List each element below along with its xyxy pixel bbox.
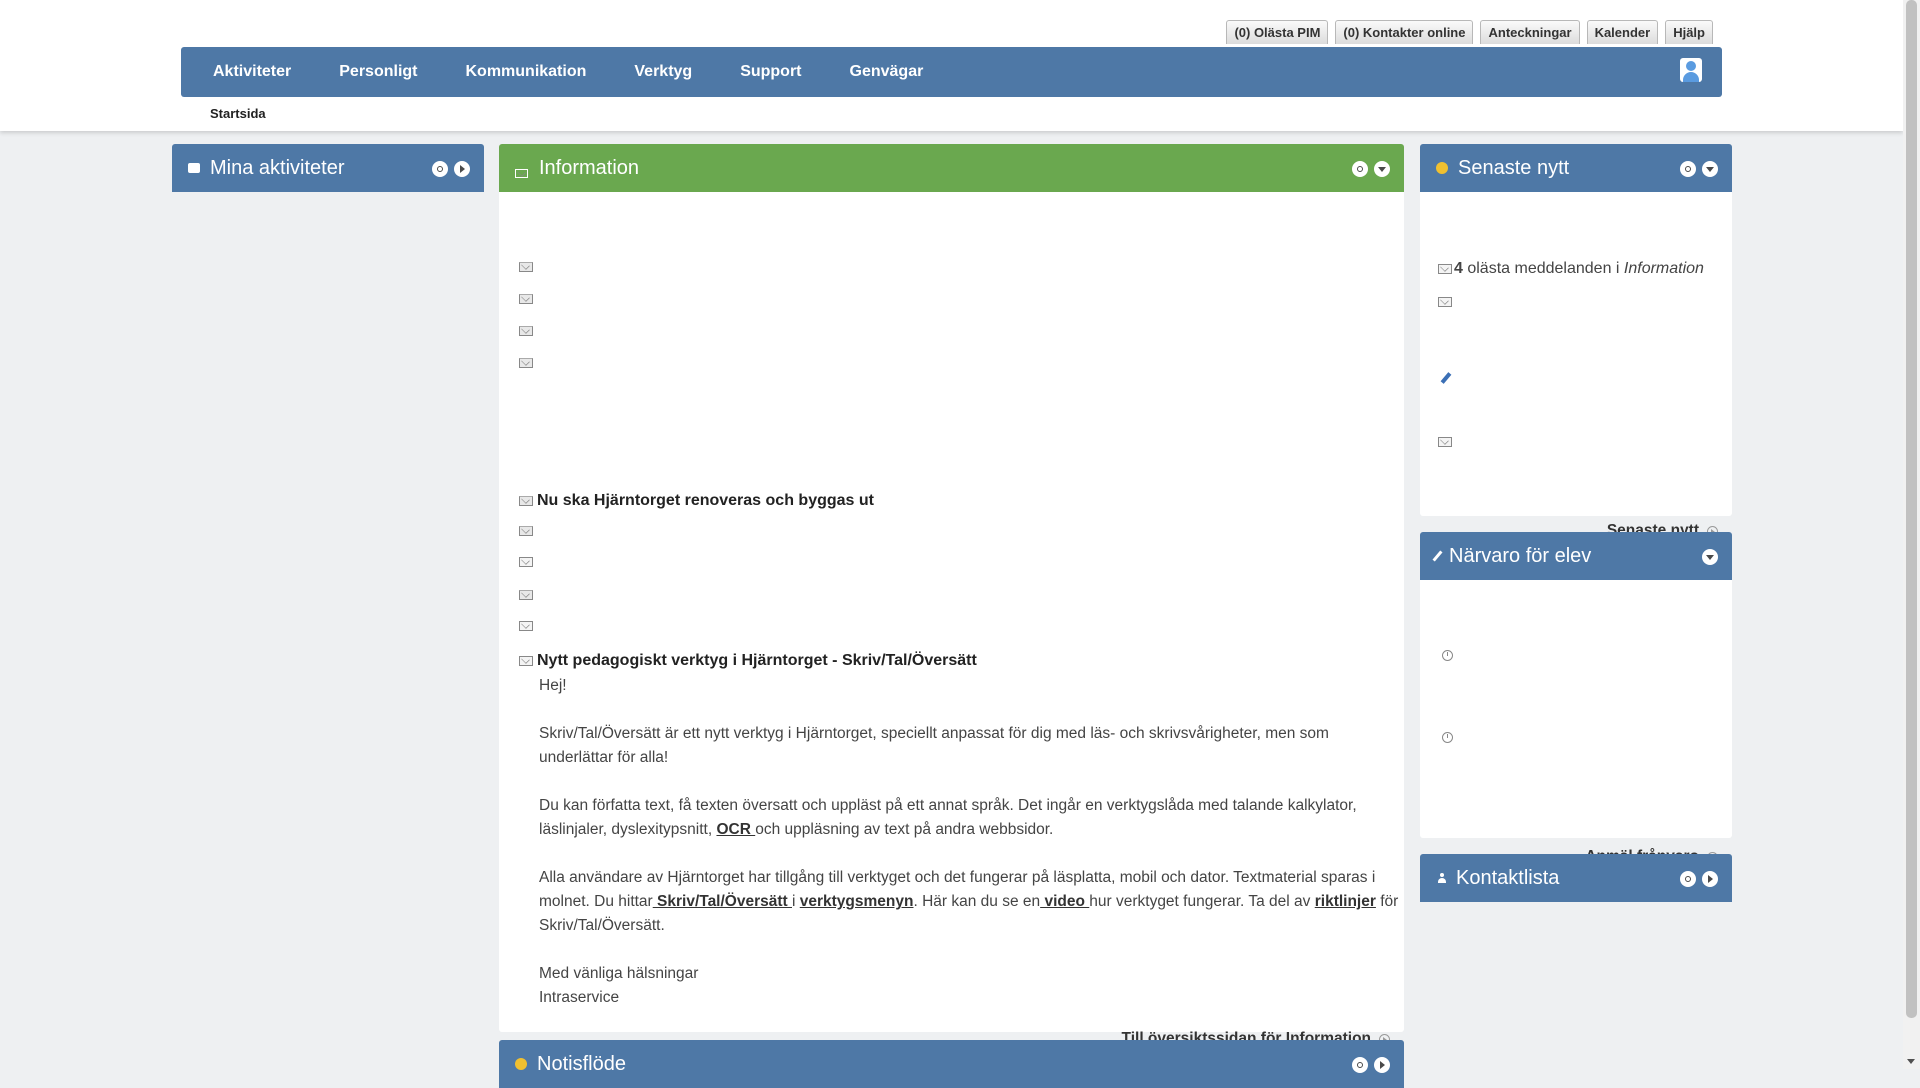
envelope-icon <box>515 161 529 178</box>
breadcrumb[interactable]: Startsida <box>210 106 266 121</box>
list-item[interactable]: Nytt pedagogiskt verktyg i Hjärntorget -… <box>519 652 977 670</box>
panel-title: Information <box>539 156 640 179</box>
calendar-link[interactable]: Kalender <box>1586 20 1659 44</box>
message-icon[interactable] <box>519 621 533 631</box>
sun-icon <box>515 1058 527 1070</box>
nav-personligt[interactable]: Personligt <box>315 63 441 81</box>
nav-kommunikation[interactable]: Kommunikation <box>441 63 610 81</box>
message-paragraph: Alla användare av Hjärntorget har tillgå… <box>539 869 1399 934</box>
pin-icon[interactable] <box>1440 372 1452 384</box>
settings-icon[interactable] <box>432 161 448 177</box>
scroll-down-icon[interactable] <box>1907 1059 1915 1064</box>
clock-icon[interactable] <box>1442 732 1453 743</box>
help-link[interactable]: Hjälp <box>1665 20 1713 44</box>
nav-support[interactable]: Support <box>716 63 825 81</box>
collapse-icon[interactable] <box>1702 549 1718 565</box>
panel-information: Information Nu ska Hjärntorget renoveras… <box>499 144 1404 1047</box>
read-message-icon[interactable] <box>519 262 533 272</box>
panel-title: Närvaro för elev <box>1449 544 1592 567</box>
panel-title: Senaste nytt <box>1458 156 1570 179</box>
message-icon <box>1438 264 1452 274</box>
pencil-icon <box>1432 550 1443 562</box>
clock-icon[interactable] <box>1442 650 1453 661</box>
message-icon <box>519 656 533 666</box>
activity-icon <box>188 163 200 173</box>
settings-icon[interactable] <box>1680 871 1696 887</box>
list-item[interactable]: Nu ska Hjärntorget renoveras och byggas … <box>519 492 874 510</box>
expand-icon[interactable] <box>1702 871 1718 887</box>
scrollbar-thumb[interactable] <box>1906 0 1917 1018</box>
message-title[interactable]: Nytt pedagogiskt verktyg i Hjärntorget -… <box>537 652 977 670</box>
collapse-icon[interactable] <box>1702 161 1718 177</box>
nav-verktyg[interactable]: Verktyg <box>610 63 716 81</box>
person-icon <box>1438 873 1446 883</box>
user-profile-icon[interactable] <box>1680 58 1702 82</box>
top-header: (0) Olästa PIM (0) Kontakter online Ante… <box>0 0 1903 131</box>
panel-mina-aktiviteter: Mina aktiviteter <box>172 144 484 192</box>
read-message-icon[interactable] <box>519 590 533 600</box>
main-nav: Aktiviteter Personligt Kommunikation Ver… <box>181 47 1722 97</box>
page-scrollbar[interactable] <box>1903 0 1920 1069</box>
read-message-icon[interactable] <box>519 358 533 368</box>
panel-title: Kontaktlista <box>1456 866 1560 889</box>
panel-title: Notisflöde <box>537 1052 626 1075</box>
contacts-online-link[interactable]: (0) Kontakter online <box>1335 20 1474 44</box>
panel-senaste-nytt: Senaste nytt 4 olästa meddelanden i Info… <box>1420 144 1732 539</box>
notes-link[interactable]: Anteckningar <box>1480 20 1580 44</box>
top-links: (0) Olästa PIM (0) Kontakter online Ante… <box>1226 20 1713 44</box>
collapse-icon[interactable] <box>1374 161 1390 177</box>
settings-icon[interactable] <box>1680 161 1696 177</box>
skriv-tal-link[interactable]: Skriv/Tal/Översätt <box>653 893 792 910</box>
panel-title: Mina aktiviteter <box>210 156 345 179</box>
ocr-link[interactable]: OCR <box>716 821 755 838</box>
message-body: Hej! Skriv/Tal/Översätt är ett nytt verk… <box>539 674 1399 1034</box>
nav-aktiviteter[interactable]: Aktiviteter <box>181 63 315 81</box>
unread-pim-link[interactable]: (0) Olästa PIM <box>1226 20 1329 44</box>
read-message-icon[interactable] <box>519 526 533 536</box>
message-title[interactable]: Nu ska Hjärntorget renoveras och byggas … <box>537 492 874 510</box>
read-message-icon[interactable] <box>519 326 533 336</box>
message-icon[interactable] <box>1438 297 1452 307</box>
settings-icon[interactable] <box>1352 1057 1368 1073</box>
read-message-icon[interactable] <box>519 294 533 304</box>
settings-icon[interactable] <box>1352 161 1368 177</box>
message-paragraph: Skriv/Tal/Översätt är ett nytt verktyg i… <box>539 725 1329 766</box>
verktygsmenyn-link[interactable]: verktygsmenyn <box>800 893 914 910</box>
panel-kontaktlista: Kontaktlista <box>1420 854 1732 902</box>
greeting: Hej! <box>539 677 567 694</box>
message-icon[interactable] <box>519 557 533 567</box>
signature: Med vänliga hälsningar Intraservice <box>539 965 699 1006</box>
panel-notisflode: Notisflöde <box>499 1040 1404 1088</box>
nav-genvagar[interactable]: Genvägar <box>826 63 948 81</box>
riktlinjer-link[interactable]: riktlinjer <box>1315 893 1376 910</box>
video-link[interactable]: video <box>1040 893 1089 910</box>
message-paragraph: Du kan författa text, få texten översatt… <box>539 797 1357 838</box>
message-icon[interactable] <box>1438 437 1452 447</box>
unread-summary[interactable]: 4 olästa meddelanden i Information <box>1438 260 1704 278</box>
sun-icon <box>1436 162 1448 174</box>
panel-narvaro: Närvaro för elev Anmäl frånvaro <box>1420 532 1732 865</box>
expand-icon[interactable] <box>454 161 470 177</box>
expand-icon[interactable] <box>1374 1057 1390 1073</box>
read-message-icon <box>519 496 533 506</box>
